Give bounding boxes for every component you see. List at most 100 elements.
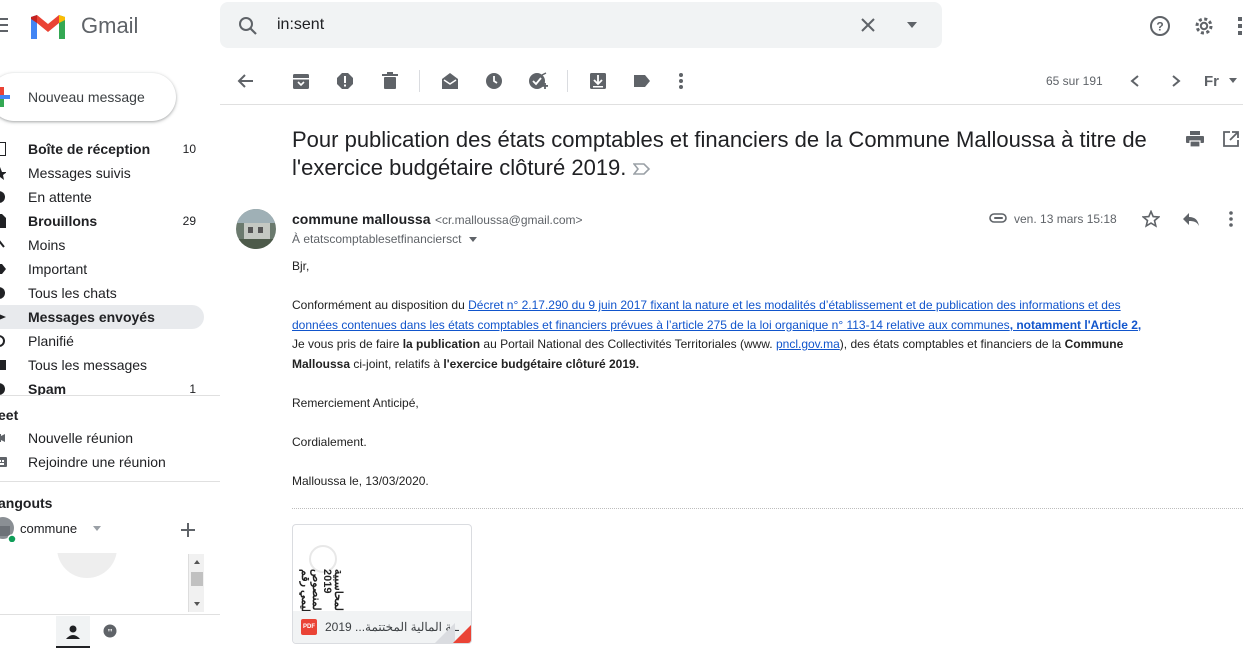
closing-line: Cordialement. bbox=[292, 434, 367, 449]
video-camera-icon bbox=[0, 431, 6, 445]
compose-button[interactable]: Nouveau message bbox=[0, 73, 176, 121]
add-to-tasks-icon[interactable] bbox=[529, 72, 549, 92]
schedule-icon bbox=[0, 334, 6, 348]
clock-icon bbox=[0, 190, 6, 204]
hangouts-scrollbar[interactable] bbox=[188, 554, 204, 612]
star-icon[interactable] bbox=[1142, 210, 1160, 228]
body-p1-intro: Conformément au disposition du bbox=[292, 298, 469, 312]
sidebar-item-starred[interactable]: Messages suivis bbox=[0, 161, 204, 185]
sidebar-item-spam[interactable]: Spam 1 bbox=[0, 377, 204, 395]
attachment-corner-fold-icon bbox=[433, 623, 471, 643]
email-subject-line-2-text: l'exercice budgétaire clôturé 2019. bbox=[292, 155, 627, 180]
sidebar-item-sent[interactable]: Messages envoyés bbox=[0, 305, 204, 329]
search-bar[interactable]: in:sent bbox=[220, 2, 942, 48]
clear-search-icon[interactable] bbox=[861, 18, 875, 32]
decree-link-continued[interactable]: données contenues dans les états comptab… bbox=[292, 318, 1010, 332]
reply-icon[interactable] bbox=[1182, 211, 1200, 227]
sidebar-item-label: Messages suivis bbox=[28, 165, 131, 181]
apps-icon[interactable] bbox=[1238, 17, 1243, 35]
newer-chevron-left-icon[interactable] bbox=[1130, 75, 1140, 87]
sender-email[interactable]: <cr.malloussa@gmail.com> bbox=[435, 213, 583, 227]
move-to-icon[interactable] bbox=[589, 72, 607, 90]
sidebar-item-drafts[interactable]: Brouillons 29 bbox=[0, 209, 204, 233]
chevron-down-icon[interactable] bbox=[93, 526, 101, 531]
more-message-options-icon[interactable] bbox=[1228, 211, 1234, 227]
meet-join-meeting[interactable]: Rejoindre une réunion bbox=[0, 450, 204, 474]
sidebar-item-inbox[interactable]: Boîte de réception 10 bbox=[0, 137, 204, 161]
body-p2-c: ), des états comptables et financiers de… bbox=[839, 337, 1065, 351]
sidebar-item-label: Spam bbox=[28, 381, 67, 395]
new-conversation-plus-icon[interactable] bbox=[181, 523, 195, 537]
label-tag-icon[interactable] bbox=[633, 72, 651, 90]
decree-link-article-text: , notamment l'Article 2, bbox=[1009, 317, 1142, 332]
body-p2-bold: la publication bbox=[402, 337, 481, 351]
body-paragraph-3: Malloussa ci-joint, relatifs à l'exercic… bbox=[292, 355, 1232, 375]
pncl-link[interactable]: pncl.gov.ma bbox=[776, 337, 840, 351]
hangouts-footer-divider bbox=[0, 614, 220, 615]
sidebar-item-count: 29 bbox=[182, 214, 196, 228]
inbox-icon bbox=[0, 142, 6, 156]
recipient-text: À etatscomptablesetfinanciersct bbox=[292, 232, 462, 246]
hangouts-avatar[interactable] bbox=[0, 516, 16, 542]
input-tools-button[interactable]: Fr bbox=[1204, 73, 1219, 91]
sidebar-item-important[interactable]: Important bbox=[0, 257, 204, 281]
hangouts-empty-state: " bbox=[0, 553, 204, 613]
toolbar-separator bbox=[419, 70, 420, 92]
sidebar-divider bbox=[0, 395, 220, 396]
hangouts-quote-tab-icon[interactable]: " bbox=[103, 624, 117, 638]
body-paragraph-1: Conformément au disposition du Décret n°… bbox=[292, 296, 1232, 316]
body-p3-bold: Malloussa bbox=[292, 356, 351, 371]
attachment-card[interactable]: القوائم المحاسبية 2019 المنصوص التنظيمي … bbox=[292, 524, 472, 644]
report-spam-icon[interactable] bbox=[336, 72, 354, 90]
back-arrow-icon[interactable] bbox=[237, 72, 255, 90]
decree-link-article[interactable]: , notamment l'Article 2, bbox=[1010, 318, 1142, 332]
recipient-details-chevron-down-icon[interactable] bbox=[468, 237, 477, 243]
star-icon bbox=[0, 166, 6, 180]
gmail-logo[interactable] bbox=[29, 11, 67, 39]
thanks-line: Remerciement Anticipé, bbox=[292, 395, 419, 410]
sidebar-item-chats[interactable]: Tous les chats bbox=[0, 281, 204, 305]
archive-icon[interactable] bbox=[292, 72, 310, 90]
search-icon[interactable] bbox=[238, 16, 258, 36]
mark-unread-icon[interactable] bbox=[441, 72, 459, 90]
print-icon[interactable] bbox=[1186, 131, 1204, 147]
input-tools-label: Fr bbox=[1204, 73, 1219, 90]
body-p3-a: ci-joint, relatifs à bbox=[350, 356, 444, 371]
svg-text:?: ? bbox=[1156, 20, 1163, 34]
sidebar-item-all-mail[interactable]: Tous les messages bbox=[0, 353, 204, 377]
settings-gear-icon[interactable] bbox=[1193, 15, 1215, 37]
signature-line: Malloussa le, 13/03/2020. bbox=[292, 473, 429, 488]
sidebar-item-label: En attente bbox=[28, 189, 92, 205]
email-subject: Pour publication des états comptables et… bbox=[292, 126, 1172, 182]
open-in-new-window-icon[interactable] bbox=[1223, 131, 1239, 147]
help-icon[interactable]: ? bbox=[1149, 15, 1171, 37]
meet-new-meeting[interactable]: Nouvelle réunion bbox=[0, 426, 204, 450]
search-input[interactable]: in:sent bbox=[277, 16, 324, 34]
sidebar-item-label: Brouillons bbox=[28, 213, 98, 229]
meet-section-title: eet bbox=[0, 407, 19, 423]
sender-line: commune malloussa <cr.malloussa@gmail.co… bbox=[292, 211, 583, 229]
sidebar-item-scheduled[interactable]: Planifié bbox=[0, 329, 204, 353]
sidebar-item-label: Planifié bbox=[28, 333, 74, 349]
sidebar-item-label: Moins bbox=[28, 237, 66, 253]
delete-trash-icon[interactable] bbox=[381, 72, 399, 90]
sidebar-item-label: Tous les chats bbox=[28, 285, 117, 301]
recipient-line[interactable]: À etatscomptablesetfinanciersct bbox=[292, 232, 477, 246]
older-chevron-right-icon[interactable] bbox=[1171, 75, 1181, 87]
hangouts-user-name[interactable]: commune bbox=[20, 521, 77, 536]
contacts-tab[interactable] bbox=[56, 616, 90, 648]
body-p2-a: Je vous pris de faire bbox=[292, 337, 403, 351]
sidebar-item-snoozed[interactable]: En attente bbox=[0, 185, 204, 209]
more-options-icon[interactable] bbox=[678, 72, 684, 90]
snooze-clock-icon[interactable] bbox=[485, 72, 503, 90]
input-tools-chevron-down-icon[interactable] bbox=[1229, 78, 1237, 83]
main-menu-icon[interactable] bbox=[0, 18, 10, 32]
decree-link[interactable]: Décret n° 2.17.290 du 9 juin 2017 fixant… bbox=[468, 298, 1121, 312]
sidebar-item-less[interactable]: Moins bbox=[0, 233, 204, 257]
sidebar-item-label: Tous les messages bbox=[28, 357, 148, 373]
sender-name[interactable]: commune malloussa bbox=[292, 211, 431, 227]
body-p2-b: au Portail National des Collectivités Te… bbox=[480, 337, 776, 351]
label-important-marker-icon[interactable] bbox=[632, 162, 651, 176]
search-options-icon[interactable] bbox=[907, 22, 917, 28]
sender-avatar[interactable] bbox=[236, 209, 276, 249]
